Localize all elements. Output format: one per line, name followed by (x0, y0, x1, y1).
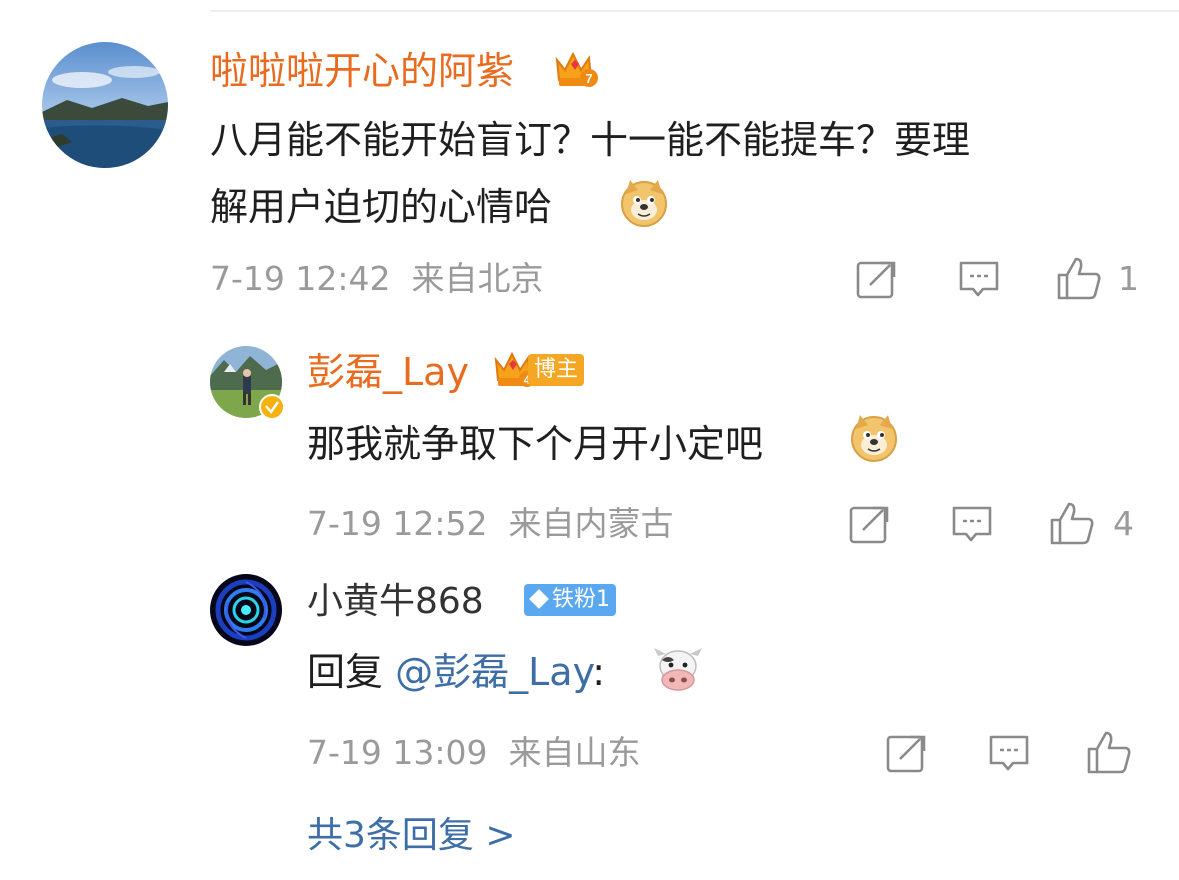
fan-badge: 铁粉1 (524, 584, 616, 616)
timestamp: 7-19 13:09 来自山东 (307, 733, 641, 772)
crown-badge-icon[interactable]: 7 (553, 46, 599, 90)
diamond-icon (529, 589, 549, 609)
comment-icon[interactable] (951, 504, 993, 544)
crown-level: 7 (585, 71, 592, 86)
location: 来自内蒙古 (508, 504, 674, 543)
avatar[interactable] (42, 42, 168, 168)
like-icon[interactable] (1049, 500, 1095, 546)
cow-emoji-icon (652, 646, 704, 694)
like-count: 1 (1118, 259, 1139, 298)
reply-text: 回复 @彭磊_Lay: (307, 650, 606, 694)
comment-text: 八月能不能开始盲订？十一能不能提车？要理 (210, 118, 971, 162)
timestamp: 7-19 12:52 来自内蒙古 (307, 504, 674, 543)
comment-text: 解用户迫切的心情哈 (210, 185, 553, 229)
more-replies-link[interactable]: 共3条回复 > (307, 818, 516, 854)
username[interactable]: 啦啦啦开心的阿紫 (210, 52, 514, 90)
username[interactable]: 小黄牛868 (307, 584, 484, 620)
timestamp: 7-19 12:42 来自北京 (210, 259, 544, 298)
comment-icon[interactable] (988, 733, 1030, 773)
comment-icon[interactable] (958, 259, 1000, 299)
like-icon[interactable] (1056, 255, 1102, 301)
blogger-badge: 博主 (528, 354, 585, 386)
share-icon[interactable] (886, 733, 928, 773)
top-divider (210, 10, 1179, 12)
verified-badge-icon (259, 394, 285, 420)
username[interactable]: 彭磊_Lay (307, 353, 469, 391)
like-count: 4 (1113, 504, 1134, 543)
avatar[interactable] (210, 574, 282, 646)
doge-emoji-icon (848, 411, 900, 463)
like-icon[interactable] (1086, 729, 1132, 775)
location: 来自山东 (508, 733, 641, 772)
location: 来自北京 (411, 259, 544, 298)
reply-text: 那我就争取下个月开小定吧 (307, 422, 764, 466)
mention-link[interactable]: @彭磊_Lay (395, 650, 592, 694)
doge-emoji-icon (618, 176, 670, 228)
share-icon[interactable] (849, 504, 891, 544)
share-icon[interactable] (856, 259, 898, 299)
